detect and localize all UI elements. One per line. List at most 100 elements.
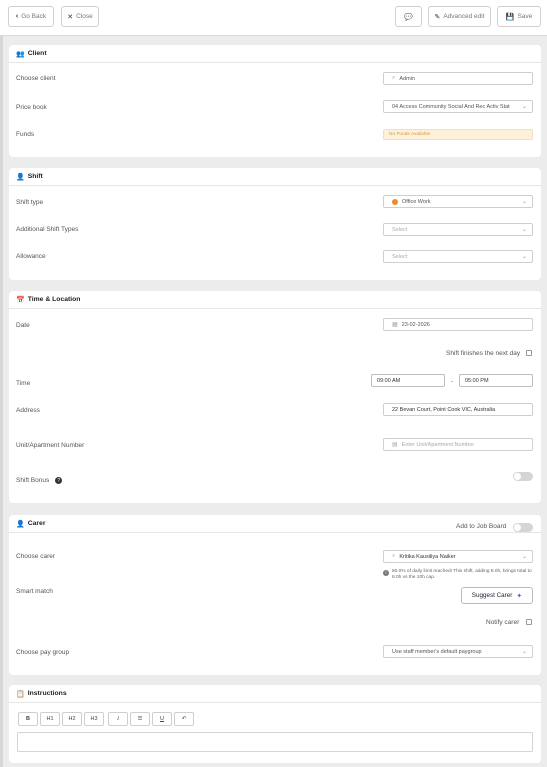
chevron-down-icon: ⌄ bbox=[521, 649, 527, 655]
allowance-select[interactable]: Select ⌄ bbox=[383, 250, 533, 263]
choose-client-input[interactable]: ⌕ Admin bbox=[383, 72, 533, 85]
time-separator: - bbox=[451, 378, 454, 385]
edit-icon: ✎ bbox=[434, 13, 441, 21]
save-icon: 💾 bbox=[505, 13, 515, 21]
clipboard-icon: 📋 bbox=[16, 690, 25, 698]
end-time-value: 05:00 PM bbox=[465, 377, 489, 384]
next-day-checkbox[interactable] bbox=[526, 350, 532, 356]
advanced-edit-button[interactable]: ✎ Advanced edit bbox=[428, 6, 491, 27]
instructions-card-header: 📋 Instructions bbox=[9, 685, 541, 703]
time-location-card-header: 📅 Time & Location bbox=[9, 291, 541, 309]
date-value: 23-02-2026 bbox=[401, 321, 430, 328]
pay-group-value: Use staff member's default paygroup bbox=[392, 648, 482, 655]
user-icon: 👤 bbox=[16, 520, 25, 528]
bullet-list-button[interactable]: ☰ bbox=[130, 712, 150, 726]
help-icon[interactable]: ? bbox=[55, 477, 63, 484]
start-time-value: 09:00 AM bbox=[377, 377, 401, 384]
unit-input[interactable]: ▤ Enter Unit/Apartment Number bbox=[383, 438, 533, 451]
go-back-label: Go Back bbox=[21, 13, 47, 20]
address-label: Address bbox=[16, 407, 40, 414]
address-input[interactable]: 22 Bevan Court, Point Cook VIC, Australi… bbox=[383, 403, 533, 416]
chevron-down-icon: ⌄ bbox=[521, 199, 527, 205]
client-card: 👥 Client Choose client ⌕ Admin Price boo… bbox=[9, 45, 541, 157]
notify-carer-label: Notify carer bbox=[486, 619, 520, 626]
smart-match-label: Smart match bbox=[16, 588, 53, 595]
client-title: Client bbox=[27, 50, 47, 57]
carer-card: 👤 Carer Add to Job Board Choose carer ⌕ … bbox=[9, 515, 541, 675]
calendar-icon: 📅 bbox=[16, 296, 25, 304]
user-clock-icon: 👤 bbox=[16, 173, 25, 181]
search-icon: ⌕ bbox=[392, 75, 396, 81]
client-card-header: 👥 Client bbox=[9, 45, 541, 63]
underline-button[interactable]: U bbox=[152, 712, 172, 726]
chevron-down-icon: ⌄ bbox=[521, 104, 527, 110]
left-edge-strip bbox=[0, 36, 3, 767]
address-value: 22 Bevan Court, Point Cook VIC, Australi… bbox=[392, 406, 496, 413]
funds-status: No Funds Available bbox=[383, 129, 533, 140]
time-location-title: Time & Location bbox=[27, 296, 81, 303]
job-board-toggle[interactable] bbox=[513, 523, 533, 532]
close-icon: ✕ bbox=[67, 13, 74, 21]
chevron-down-icon: ⌄ bbox=[521, 254, 527, 260]
end-time-input[interactable]: 05:00 PM bbox=[459, 374, 533, 387]
comment-button[interactable]: 💬 bbox=[395, 6, 422, 27]
date-label: Date bbox=[16, 322, 30, 329]
instructions-card: 📋 Instructions B H1 H2 H3 I ☰ U ↶ bbox=[9, 685, 541, 763]
unit-label: Unit/Apartment Number bbox=[16, 442, 85, 449]
suggest-carer-button[interactable]: Suggest Carer ✦ bbox=[461, 587, 533, 604]
instructions-editor[interactable] bbox=[17, 732, 533, 752]
additional-shift-types-select[interactable]: Select ⌄ bbox=[383, 223, 533, 236]
unit-placeholder: Enter Unit/Apartment Number bbox=[401, 441, 475, 448]
pay-group-select[interactable]: Use staff member's default paygroup ⌄ bbox=[383, 645, 533, 658]
shift-bonus-label-row: Shift Bonus? bbox=[16, 477, 63, 485]
shift-card: 👤 Shift Shift type Office Work ⌄ Additio… bbox=[9, 168, 541, 280]
shift-type-label: Shift type bbox=[16, 199, 44, 206]
close-label: Close bbox=[76, 13, 93, 20]
price-book-select[interactable]: 04 Access Community Social And Rec Activ… bbox=[383, 100, 533, 113]
advanced-edit-label: Advanced edit bbox=[443, 13, 485, 20]
search-icon: ⌕ bbox=[392, 553, 396, 559]
chevron-left-icon: ‹ bbox=[15, 13, 19, 20]
choose-client-label: Choose client bbox=[16, 75, 56, 82]
close-button[interactable]: ✕ Close bbox=[61, 6, 99, 27]
date-input[interactable]: ▦ 23-02-2026 bbox=[383, 318, 533, 331]
choose-client-value: Admin bbox=[399, 75, 415, 82]
daily-limit-text: 80.0% of daily limit reached! This shift… bbox=[392, 569, 532, 580]
shift-bonus-label: Shift Bonus bbox=[16, 477, 50, 485]
go-back-button[interactable]: ‹ Go Back bbox=[8, 6, 54, 27]
carer-title: Carer bbox=[27, 520, 46, 527]
sparkle-icon: ✦ bbox=[516, 592, 523, 600]
shift-title: Shift bbox=[27, 173, 43, 180]
time-label: Time bbox=[16, 380, 31, 387]
heading3-button[interactable]: H3 bbox=[84, 712, 104, 726]
italic-button[interactable]: I bbox=[108, 712, 128, 726]
pay-group-label: Choose pay group bbox=[16, 649, 70, 656]
price-book-label: Price book bbox=[16, 104, 47, 111]
choose-carer-select[interactable]: ⌕ Kritika Kausiliya Naiker ⌄ bbox=[383, 550, 533, 563]
notify-carer-checkbox[interactable] bbox=[526, 619, 532, 625]
heading1-button[interactable]: H1 bbox=[40, 712, 60, 726]
job-board-label: Add to Job Board bbox=[456, 523, 507, 530]
additional-shift-types-placeholder: Select bbox=[392, 226, 408, 233]
suggest-carer-label: Suggest Carer bbox=[471, 592, 513, 599]
start-time-input[interactable]: 09:00 AM bbox=[371, 374, 445, 387]
additional-shift-types-label: Additional Shift Types bbox=[16, 226, 79, 233]
choose-carer-label: Choose carer bbox=[16, 553, 56, 560]
instructions-title: Instructions bbox=[27, 690, 67, 697]
save-button[interactable]: 💾 Save bbox=[497, 6, 541, 27]
shift-type-color-dot bbox=[392, 198, 398, 205]
shift-type-select[interactable]: Office Work ⌄ bbox=[383, 195, 533, 208]
shift-card-header: 👤 Shift bbox=[9, 168, 541, 186]
chevron-down-icon: ⌄ bbox=[521, 227, 527, 233]
bold-button[interactable]: B bbox=[18, 712, 38, 726]
building-icon: ▤ bbox=[392, 442, 398, 448]
client-icon: 👥 bbox=[16, 50, 25, 58]
shift-type-value: Office Work bbox=[402, 198, 431, 205]
price-book-value: 04 Access Community Social And Rec Activ… bbox=[392, 103, 510, 110]
undo-button[interactable]: ↶ bbox=[174, 712, 194, 726]
shift-bonus-toggle[interactable] bbox=[513, 472, 533, 481]
allowance-placeholder: Select bbox=[392, 253, 408, 260]
calendar-small-icon: ▦ bbox=[392, 322, 398, 328]
heading2-button[interactable]: H2 bbox=[62, 712, 82, 726]
daily-limit-note: ! 80.0% of daily limit reached! This shi… bbox=[383, 569, 535, 581]
